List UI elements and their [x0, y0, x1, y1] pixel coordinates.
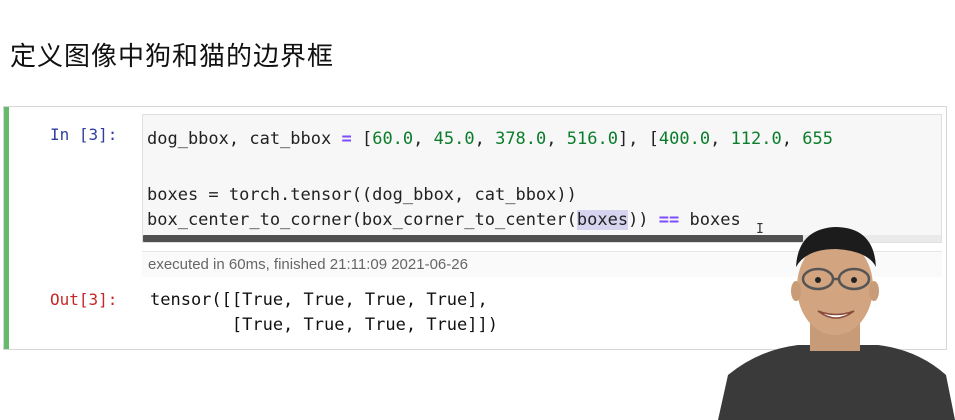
section-heading: 定义图像中狗和猫的边界框: [10, 42, 335, 72]
highlighted-token: boxes: [576, 210, 629, 230]
scrollbar-thumb[interactable]: [143, 235, 803, 242]
code-line-2: boxes = torch.tensor((dog_bbox, cat_bbox…: [147, 185, 577, 205]
output-line-1: tensor([[True, True, True, True],: [150, 290, 488, 310]
output-prompt: Out[3]:: [50, 290, 118, 309]
presenter-video-overlay: [718, 227, 955, 420]
cell-selection-bar: [4, 107, 9, 349]
code-line-1: dog_bbox, cat_bbox = [60.0, 45.0, 378.0,…: [147, 129, 833, 149]
input-prompt: In [3]:: [50, 125, 118, 144]
output-line-2: [True, True, True, True]]): [150, 315, 498, 335]
code-line-3: box_center_to_corner(box_corner_to_cente…: [147, 210, 741, 230]
